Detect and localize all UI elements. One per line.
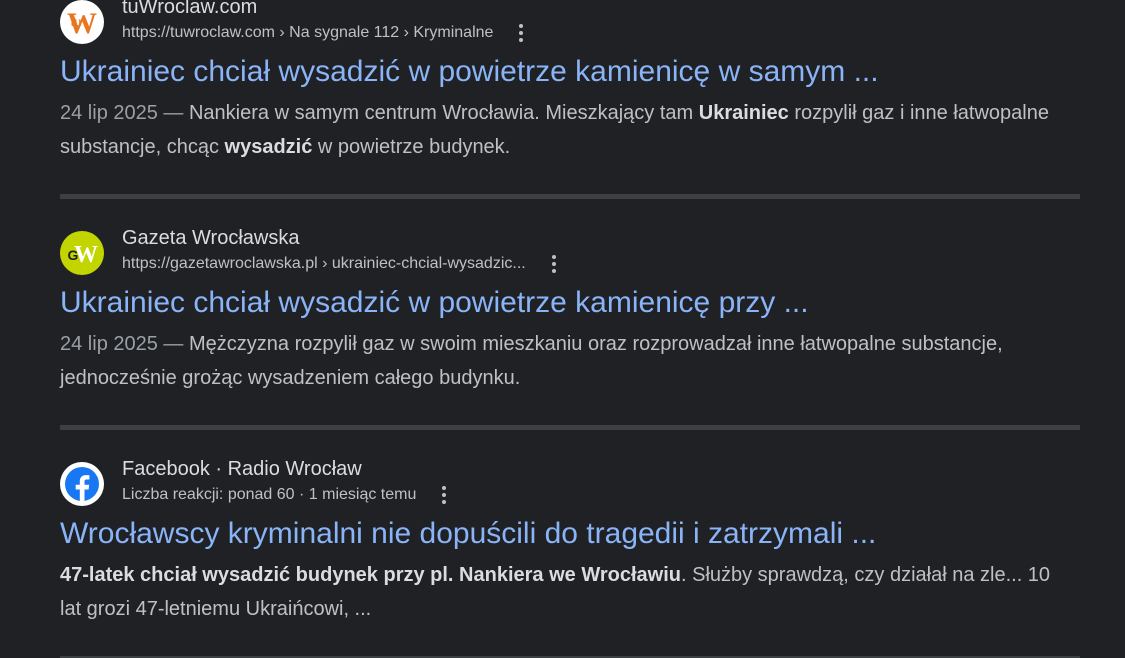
snippet-text: Mężczyzna rozpylił gaz w swoim mieszkani… bbox=[60, 333, 1003, 389]
snippet-highlight: Ukrainiec bbox=[698, 102, 789, 124]
result-title-link[interactable]: Wrocławscy kryminalni nie dopuścili do t… bbox=[60, 514, 1080, 554]
svg-text:W: W bbox=[74, 242, 98, 268]
result-divider bbox=[60, 425, 1080, 430]
result-meta: Liczba reakcji: ponad 60 · 1 miesiąc tem… bbox=[122, 486, 417, 503]
site-name: Facebook · Radio Wrocław bbox=[122, 458, 362, 480]
result-title-link[interactable]: Ukrainiec chciał wysadzić w powietrze ka… bbox=[60, 52, 1080, 92]
facebook-logo-icon bbox=[60, 462, 104, 506]
result-snippet: 24 lip 2025 — Mężczyzna rozpylił gaz w s… bbox=[60, 327, 1070, 395]
snippet-text: w powietrze budynek. bbox=[312, 136, 511, 158]
result-source[interactable]: Facebook · Radio Wrocław Liczba reakcji:… bbox=[60, 456, 1080, 508]
more-options-icon[interactable] bbox=[434, 484, 454, 506]
snippet-highlight: 47-latek chciał wysadzić budynek przy pl… bbox=[60, 564, 681, 586]
more-options-icon[interactable] bbox=[544, 253, 564, 275]
result-snippet: 24 lip 2025 — Nankiera w samym centrum W… bbox=[60, 96, 1070, 164]
site-name: tuWroclaw.com bbox=[122, 0, 258, 18]
result-url: https://gazetawroclawska.pl › ukrainiec-… bbox=[122, 255, 526, 272]
result-divider bbox=[60, 194, 1080, 199]
snippet-text: Nankiera w samym centrum Wrocławia. Mies… bbox=[188, 102, 699, 124]
search-result: G W Gazeta Wrocławska https://gazetawroc… bbox=[60, 225, 1080, 395]
result-date: 24 lip 2025 — bbox=[60, 102, 189, 124]
gazeta-wroclawska-logo-icon: G W bbox=[60, 231, 104, 275]
search-result: W tu tuWroclaw.com https://tuwroclaw.com… bbox=[60, 0, 1080, 164]
more-options-icon[interactable] bbox=[511, 22, 531, 44]
result-source[interactable]: G W Gazeta Wrocławska https://gazetawroc… bbox=[60, 225, 1080, 277]
site-name: Gazeta Wrocławska bbox=[122, 227, 300, 249]
result-title-link[interactable]: Ukrainiec chciał wysadzić w powietrze ka… bbox=[60, 283, 1080, 323]
search-result: Facebook · Radio Wrocław Liczba reakcji:… bbox=[60, 456, 1080, 626]
result-snippet: 47-latek chciał wysadzić budynek przy pl… bbox=[60, 558, 1070, 626]
result-source[interactable]: W tu tuWroclaw.com https://tuwroclaw.com… bbox=[60, 0, 1080, 46]
search-results: W tu tuWroclaw.com https://tuwroclaw.com… bbox=[0, 0, 1125, 658]
result-date: 24 lip 2025 — bbox=[60, 333, 189, 355]
svg-text:tu: tu bbox=[71, 15, 82, 30]
result-url: https://tuwroclaw.com › Na sygnale 112 ›… bbox=[122, 24, 494, 41]
snippet-highlight: wysadzić bbox=[224, 136, 313, 158]
tuwroclaw-logo-icon: W tu bbox=[60, 0, 104, 44]
